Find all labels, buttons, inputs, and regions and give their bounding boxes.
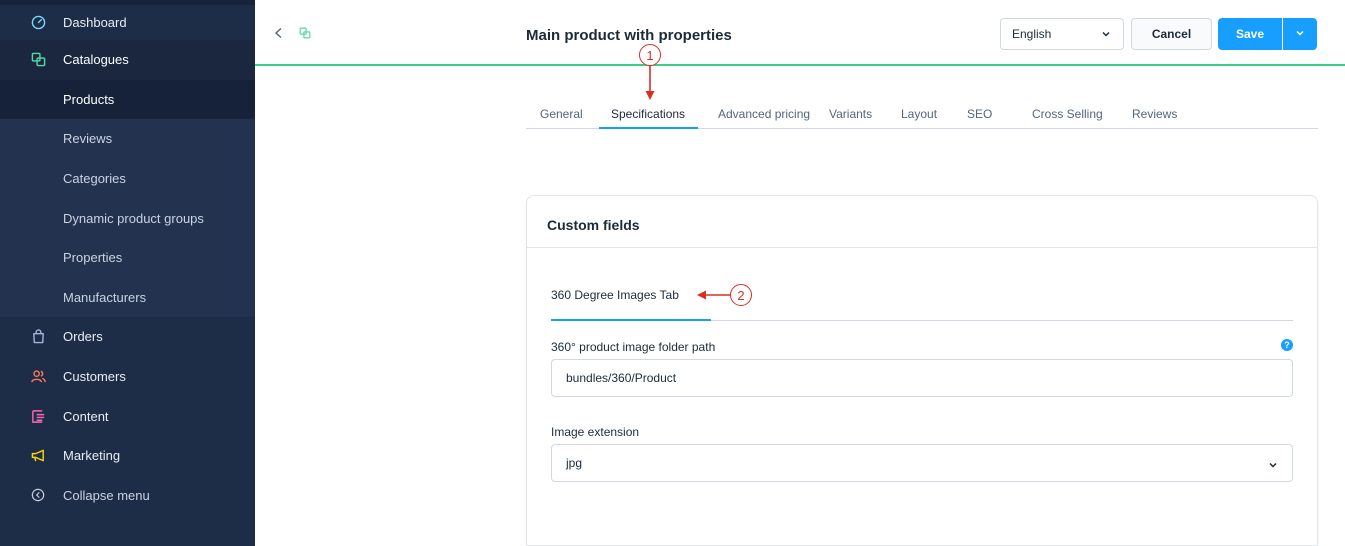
back-icon[interactable] xyxy=(273,26,285,44)
sidebar-item-customers[interactable]: Customers xyxy=(0,357,255,397)
sidebar: Dashboard Catalogues Products Reviews Ca… xyxy=(0,0,255,546)
save-button[interactable]: Save xyxy=(1218,18,1282,50)
dashboard-icon xyxy=(30,15,46,31)
cancel-button[interactable]: Cancel xyxy=(1131,18,1212,50)
sidebar-item-label: Marketing xyxy=(63,448,121,464)
chevron-down-icon xyxy=(1295,25,1305,43)
catalogues-icon[interactable] xyxy=(299,26,311,44)
tab-variants[interactable]: Variants xyxy=(829,107,872,121)
marketing-icon xyxy=(30,448,46,464)
active-inner-tab-indicator xyxy=(551,319,711,321)
sidebar-item-label: Content xyxy=(63,408,109,424)
custom-fields-card: Custom fields 360 Degree Images Tab 360°… xyxy=(526,195,1318,546)
save-options-button[interactable] xyxy=(1283,18,1317,50)
catalogues-icon xyxy=(30,52,46,68)
annotation-marker-1: 1 xyxy=(639,44,661,66)
collapse-menu-button[interactable]: Collapse menu xyxy=(0,476,255,516)
sidebar-subitem-properties[interactable]: Properties xyxy=(0,238,255,278)
tab-layout[interactable]: Layout xyxy=(901,107,937,121)
chevron-down-icon xyxy=(1101,28,1111,42)
sidebar-item-label: Orders xyxy=(63,329,103,345)
sidebar-item-catalogues[interactable]: Catalogues xyxy=(0,40,255,80)
page-title: Main product with properties xyxy=(526,27,732,44)
collapse-menu-label: Collapse menu xyxy=(63,487,150,503)
image-extension-value: jpg xyxy=(566,456,583,470)
language-select[interactable]: English xyxy=(1000,18,1124,50)
sidebar-subitem-dynamic-product-groups[interactable]: Dynamic product groups xyxy=(0,198,255,238)
sidebar-item-label: Catalogues xyxy=(63,52,129,68)
tab-general[interactable]: General xyxy=(540,107,583,121)
sidebar-subitem-manufacturers[interactable]: Manufacturers xyxy=(0,278,255,318)
catalogues-submenu: Products Reviews Categories Dynamic prod… xyxy=(0,79,255,318)
sidebar-item-dashboard[interactable]: Dashboard xyxy=(0,5,255,40)
folder-path-label: 360° product image folder path xyxy=(551,340,716,354)
sidebar-item-marketing[interactable]: Marketing xyxy=(0,436,255,476)
sidebar-subitem-products[interactable]: Products xyxy=(0,79,255,120)
content-icon xyxy=(30,408,46,424)
tab-cross-selling[interactable]: Cross Selling xyxy=(1032,107,1103,121)
chevron-down-icon xyxy=(1268,459,1278,473)
tab-seo[interactable]: SEO xyxy=(967,107,992,121)
product-tabs: General Specifications Advanced pricing … xyxy=(526,95,1318,129)
folder-path-input[interactable]: bundles/360/Product xyxy=(551,359,1293,397)
tab-advanced-pricing[interactable]: Advanced pricing xyxy=(718,107,810,121)
image-extension-label: Image extension xyxy=(551,425,640,439)
active-tab-indicator xyxy=(599,127,698,129)
page-header: Main product with properties English Can… xyxy=(255,0,1345,66)
language-value: English xyxy=(1012,27,1052,41)
collapse-icon xyxy=(30,487,46,503)
tab-specifications[interactable]: Specifications xyxy=(611,107,685,121)
orders-icon xyxy=(30,329,46,345)
sidebar-item-label: Customers xyxy=(63,369,126,385)
sidebar-subitem-reviews[interactable]: Reviews xyxy=(0,119,255,159)
annotation-arrow-left xyxy=(696,288,732,307)
sidebar-item-content[interactable]: Content xyxy=(0,396,255,436)
customers-icon xyxy=(30,369,46,385)
card-divider xyxy=(527,247,1317,248)
header-nav-icons xyxy=(273,26,311,44)
sidebar-item-orders[interactable]: Orders xyxy=(0,317,255,357)
help-icon[interactable]: ? xyxy=(1281,339,1293,351)
image-extension-select[interactable]: jpg xyxy=(551,444,1293,482)
sidebar-item-label: Dashboard xyxy=(63,15,127,30)
tab-360-degree-images[interactable]: 360 Degree Images Tab xyxy=(551,288,679,302)
tab-reviews[interactable]: Reviews xyxy=(1132,107,1177,121)
card-title: Custom fields xyxy=(547,217,640,233)
sidebar-subitem-categories[interactable]: Categories xyxy=(0,159,255,199)
annotation-marker-2: 2 xyxy=(730,284,752,306)
app-root: Dashboard Catalogues Products Reviews Ca… xyxy=(0,0,1345,546)
